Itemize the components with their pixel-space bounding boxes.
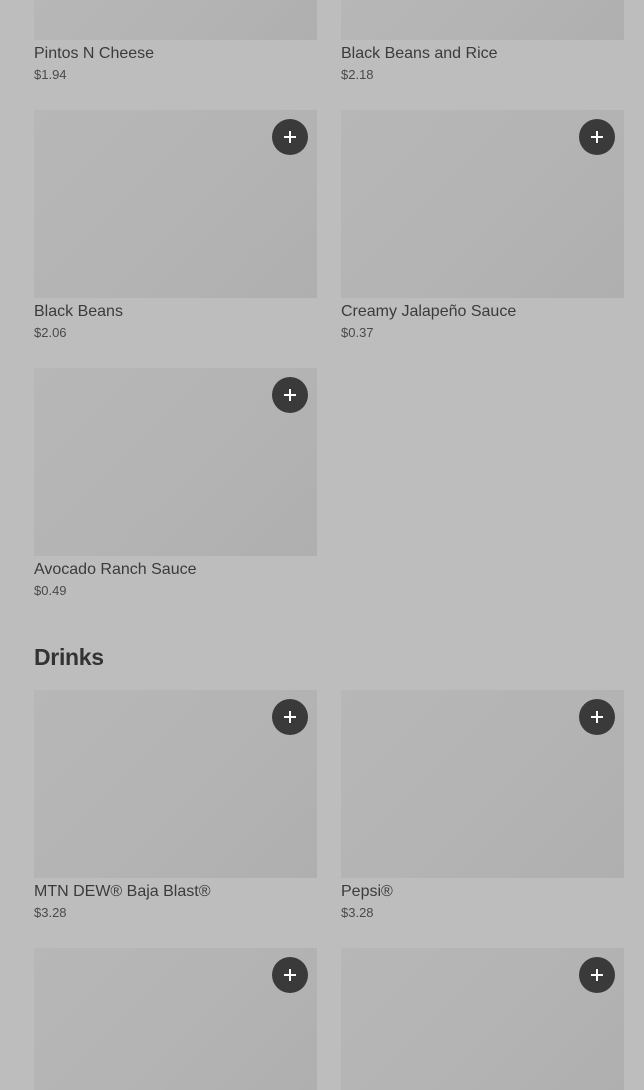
section-title-drinks: Drinks — [34, 644, 104, 670]
item-name: Pepsi® — [341, 883, 393, 900]
plus-icon — [591, 711, 603, 723]
plus-icon — [591, 969, 603, 981]
item-price: $2.06 — [34, 325, 67, 340]
add-to-cart-button[interactable] — [272, 119, 308, 155]
item-name: Black Beans — [34, 303, 123, 320]
item-name: MTN DEW® Baja Blast® — [34, 883, 211, 900]
plus-icon — [284, 711, 296, 723]
item-price: $3.28 — [341, 905, 374, 920]
item-image[interactable] — [34, 948, 317, 1090]
item-price: $3.28 — [34, 905, 67, 920]
add-to-cart-button[interactable] — [272, 377, 308, 413]
add-to-cart-button[interactable] — [272, 957, 308, 993]
item-image[interactable] — [341, 690, 624, 878]
item-price: $2.18 — [341, 67, 374, 82]
add-to-cart-button[interactable] — [272, 699, 308, 735]
item-image[interactable] — [34, 110, 317, 298]
menu-item-card[interactable]: Avocado Ranch Sauce $0.49 — [34, 368, 317, 599]
add-to-cart-button[interactable] — [579, 957, 615, 993]
menu-item-card[interactable] — [341, 948, 624, 1090]
menu-item-card[interactable]: Black Beans and Rice $2.18 — [341, 0, 624, 83]
menu-item-card[interactable]: Pepsi® $3.28 — [341, 690, 624, 921]
menu-item-card[interactable]: MTN DEW® Baja Blast® $3.28 — [34, 690, 317, 921]
add-to-cart-button[interactable] — [579, 699, 615, 735]
plus-icon — [284, 969, 296, 981]
menu-item-card[interactable] — [34, 948, 317, 1090]
item-price: $1.94 — [34, 67, 67, 82]
menu-item-card[interactable]: Creamy Jalapeño Sauce $0.37 — [341, 110, 624, 341]
add-to-cart-button[interactable] — [579, 119, 615, 155]
plus-icon — [284, 389, 296, 401]
item-name: Creamy Jalapeño Sauce — [341, 303, 517, 320]
item-image[interactable] — [34, 690, 317, 878]
plus-icon — [591, 131, 603, 143]
item-name: Black Beans and Rice — [341, 45, 498, 62]
item-price: $0.37 — [341, 325, 374, 340]
item-price: $0.49 — [34, 583, 67, 598]
menu-item-card[interactable]: Pintos N Cheese $1.94 — [34, 0, 317, 83]
item-image[interactable] — [341, 110, 624, 298]
item-image[interactable] — [341, 948, 624, 1090]
item-image[interactable] — [34, 0, 317, 40]
menu-item-card[interactable]: Black Beans $2.06 — [34, 110, 317, 341]
plus-icon — [284, 131, 296, 143]
menu-page: Pintos N Cheese $1.94 Black Beans and Ri… — [0, 0, 644, 1090]
item-image[interactable] — [34, 368, 317, 556]
item-image[interactable] — [341, 0, 624, 40]
item-name: Pintos N Cheese — [34, 45, 155, 62]
item-name: Avocado Ranch Sauce — [34, 561, 197, 578]
